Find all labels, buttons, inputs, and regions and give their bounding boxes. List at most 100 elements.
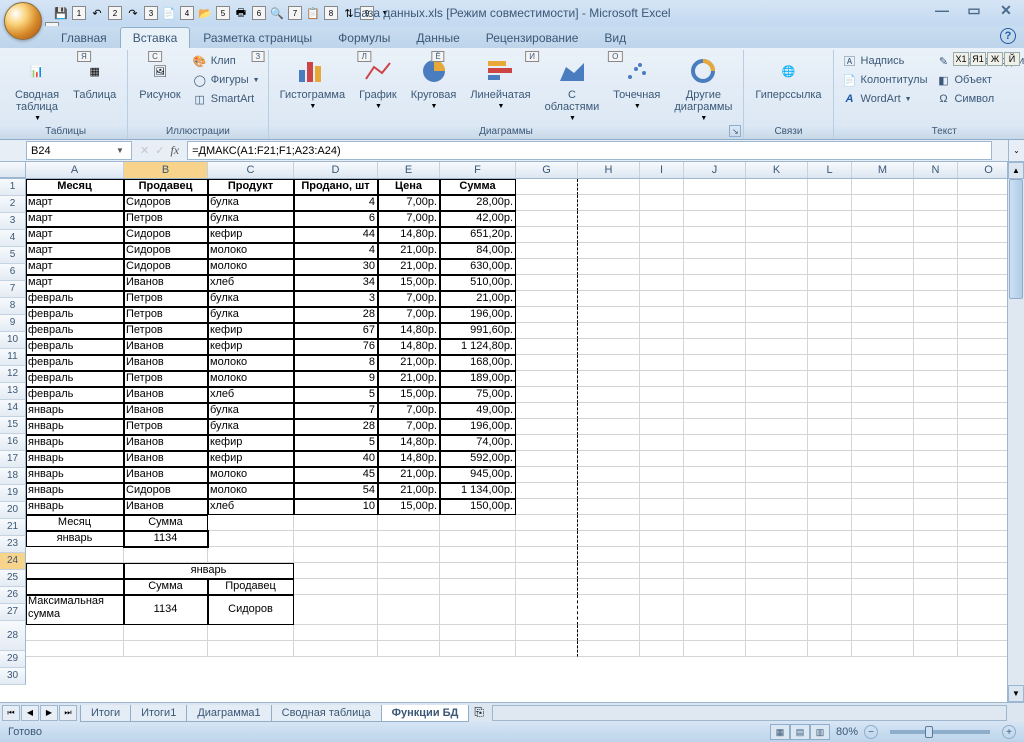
cell[interactable] (684, 355, 746, 371)
cell[interactable]: 9 (294, 371, 378, 387)
cell[interactable] (208, 531, 294, 547)
cell[interactable]: 21,00р. (378, 243, 440, 259)
cell[interactable] (746, 625, 808, 641)
cell[interactable]: январь (26, 451, 124, 467)
cell[interactable] (124, 625, 208, 641)
prev-sheet-button[interactable]: ◀ (21, 705, 39, 721)
cell[interactable]: Иванов (124, 339, 208, 355)
cell[interactable]: 592,00р. (440, 451, 516, 467)
cell[interactable] (746, 547, 808, 563)
cell[interactable] (640, 275, 684, 291)
cell[interactable] (516, 451, 578, 467)
cell[interactable]: Сидоров (124, 227, 208, 243)
cell[interactable]: 10 (294, 499, 378, 515)
cell[interactable]: молоко (208, 467, 294, 483)
row-header[interactable]: 6 (0, 264, 26, 281)
row-header[interactable]: 25 (0, 570, 26, 587)
cell[interactable] (294, 595, 378, 625)
cell[interactable] (914, 291, 958, 307)
cell[interactable]: 76 (294, 339, 378, 355)
cell[interactable] (808, 515, 852, 531)
cell[interactable]: 28 (294, 419, 378, 435)
sheet-tab[interactable]: Функции БД (381, 705, 470, 722)
cell[interactable] (852, 275, 914, 291)
name-box[interactable]: B24▼ (26, 141, 132, 160)
col-header-B[interactable]: B (124, 162, 208, 178)
cell[interactable] (640, 419, 684, 435)
zoom-out-button[interactable]: − (864, 725, 878, 739)
cell[interactable] (516, 403, 578, 419)
qat-print-icon[interactable]: 🖶 (232, 4, 250, 22)
col-header-J[interactable]: J (684, 162, 746, 178)
cell[interactable] (746, 563, 808, 579)
cell[interactable]: Иванов (124, 451, 208, 467)
row-header[interactable]: 13 (0, 383, 26, 400)
cell[interactable]: 49,00р. (440, 403, 516, 419)
cell[interactable]: 1134 (124, 595, 208, 625)
cell[interactable] (808, 499, 852, 515)
cell[interactable] (852, 371, 914, 387)
cell[interactable] (640, 451, 684, 467)
cell[interactable]: Сумма (124, 515, 208, 531)
cell[interactable] (26, 625, 124, 641)
cell[interactable]: Месяц (26, 179, 124, 195)
cell[interactable] (808, 563, 852, 579)
vertical-scrollbar[interactable]: ▲ ▼ (1007, 162, 1024, 702)
cell[interactable] (914, 515, 958, 531)
cell[interactable] (208, 625, 294, 641)
cell[interactable]: Иванов (124, 467, 208, 483)
scroll-up-button[interactable]: ▲ (1008, 162, 1024, 179)
cell[interactable] (914, 339, 958, 355)
row-header[interactable]: 16 (0, 434, 26, 451)
textbox-button[interactable]: 🄰Надпись (840, 52, 930, 70)
cell[interactable] (684, 641, 746, 657)
cell[interactable] (26, 641, 124, 657)
cell[interactable]: Петров (124, 419, 208, 435)
cell[interactable]: январь (26, 499, 124, 515)
cell[interactable]: Петров (124, 307, 208, 323)
page-break-view-button[interactable]: ▥ (810, 724, 830, 740)
qat-preview-icon[interactable]: 🔍 (268, 4, 286, 22)
cell[interactable]: Сидоров (124, 259, 208, 275)
ribbon-tab-Вставка[interactable]: ВставкаС (120, 27, 191, 48)
cell[interactable]: 4 (294, 243, 378, 259)
cell[interactable]: Сидоров (124, 243, 208, 259)
cell[interactable] (516, 547, 578, 563)
cell[interactable] (640, 595, 684, 625)
cell[interactable] (684, 227, 746, 243)
cell[interactable] (746, 579, 808, 595)
cell[interactable]: Продавец (208, 579, 294, 595)
cell[interactable] (578, 387, 640, 403)
cell[interactable] (914, 625, 958, 641)
cell[interactable] (852, 515, 914, 531)
col-header-F[interactable]: F (440, 162, 516, 178)
first-sheet-button[interactable]: ⏮ (2, 705, 20, 721)
cell[interactable] (640, 291, 684, 307)
cell[interactable] (852, 387, 914, 403)
cell[interactable] (684, 467, 746, 483)
cell[interactable] (640, 355, 684, 371)
cell[interactable] (640, 641, 684, 657)
column-headers[interactable]: ABCDEFGHIJKLMNO (0, 162, 1024, 179)
cell[interactable] (808, 625, 852, 641)
cell[interactable] (578, 467, 640, 483)
cell[interactable]: 74,00р. (440, 435, 516, 451)
row-header[interactable]: 20 (0, 502, 26, 519)
cell[interactable] (684, 579, 746, 595)
pivot-table-button[interactable]: 📊 Сводная таблица ▼ (10, 52, 64, 125)
cell[interactable]: январь (26, 467, 124, 483)
scroll-thumb[interactable] (1009, 179, 1023, 299)
cell[interactable] (578, 403, 640, 419)
cell[interactable] (578, 641, 640, 657)
cell[interactable]: 945,00р. (440, 467, 516, 483)
cell[interactable] (440, 547, 516, 563)
cell[interactable] (808, 307, 852, 323)
cell[interactable] (516, 275, 578, 291)
cell[interactable] (852, 227, 914, 243)
cell[interactable] (640, 323, 684, 339)
row-header[interactable]: 11 (0, 349, 26, 366)
cell[interactable]: 651,20р. (440, 227, 516, 243)
cell[interactable]: 30 (294, 259, 378, 275)
cell[interactable] (578, 547, 640, 563)
cell[interactable] (578, 371, 640, 387)
